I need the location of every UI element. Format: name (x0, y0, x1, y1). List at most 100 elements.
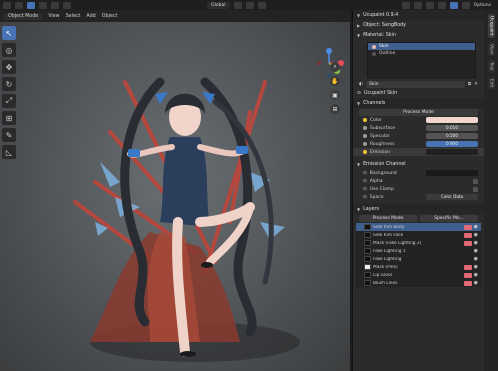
material-field[interactable]: Skin (366, 80, 465, 88)
panel-title[interactable]: ▼ Ucupaint 0.9.4 (353, 10, 484, 20)
eye-icon[interactable]: ◉ (474, 256, 478, 262)
tab-view[interactable]: View (487, 41, 495, 57)
eye-icon[interactable]: ◉ (474, 224, 478, 230)
layer-row[interactable]: Fake Lighting ◉ (356, 255, 481, 263)
material-item-skin[interactable]: Skin (368, 43, 475, 50)
transform-tool[interactable]: ⊞ (2, 111, 16, 125)
3d-viewport[interactable]: ⌕ ✋ ▣ ⊞ (0, 22, 350, 371)
material-sphere-icon: ◐ (359, 81, 364, 87)
eye-icon[interactable]: ◉ (474, 240, 478, 246)
collapse-icon: ▼ (357, 12, 361, 18)
color-swatch[interactable] (426, 117, 478, 123)
alpha-row: ⊙ Alpha (353, 177, 484, 185)
eye-icon[interactable]: ◉ (474, 280, 478, 286)
subsurface-field[interactable]: 0.010 (426, 125, 478, 131)
camera-icon[interactable]: ▣ (330, 90, 340, 100)
select-extend-icon[interactable] (39, 1, 47, 9)
editor-type-icon[interactable] (3, 1, 11, 9)
layer-name: Side Rim Face (373, 232, 404, 238)
options-menu[interactable]: Options (474, 3, 491, 8)
emission-row[interactable]: Emission (353, 148, 484, 156)
pivot-icon[interactable] (233, 1, 242, 9)
menu-add[interactable]: Add (86, 14, 95, 19)
subsurface-row: Subsurface 0.010 (353, 124, 484, 132)
emission-channel-header[interactable]: ▼ Emission Channel (353, 159, 484, 169)
layer-row[interactable]: Lip Gloss ◉ (356, 271, 481, 279)
select-invert-icon[interactable] (63, 1, 71, 9)
viewport-header: Object Mode View Select Add Object (0, 10, 350, 22)
use-clamp-checkbox[interactable] (473, 186, 478, 192)
material-label: Material: Skin (363, 32, 396, 38)
tab-ucupaint[interactable]: Ucupaint (487, 14, 495, 38)
specular-field[interactable]: 0.500 (426, 133, 478, 139)
layer-row[interactable]: Mask (Fake Lighting 2) ◉ (356, 239, 481, 247)
remove-material-icon[interactable]: ✕ (474, 82, 478, 87)
eye-icon[interactable]: ◉ (474, 232, 478, 238)
tab-tool[interactable]: Tool (487, 60, 495, 73)
layer-row[interactable]: Mask (Pink) ◉ (356, 263, 481, 271)
layers-list: Side Rim Body ◉ Side Rim Face ◉ Mask (Fa… (356, 223, 481, 287)
layer-row[interactable]: Side Rim Face ◉ (356, 231, 481, 239)
material-list[interactable]: Skin Outline (367, 42, 476, 78)
pan-icon[interactable]: ✋ (330, 76, 340, 86)
material-item-outline[interactable]: Outline (368, 50, 475, 57)
select-box-icon[interactable] (27, 1, 35, 9)
cursor-tool[interactable]: ◎ (2, 43, 16, 57)
eye-icon[interactable]: ◉ (474, 248, 478, 254)
xray-icon[interactable] (425, 1, 434, 9)
visibility-icon[interactable] (401, 1, 410, 9)
emission-swatch[interactable] (426, 149, 478, 155)
navigation-gizmo[interactable] (312, 46, 346, 80)
mode-select[interactable]: Object Mode (4, 12, 43, 20)
gizmo-toggle-icon[interactable] (413, 1, 422, 9)
tab-edit[interactable]: Edit (487, 76, 495, 90)
select-subtract-icon[interactable] (51, 1, 59, 9)
zoom-icon[interactable]: ⌕ (330, 62, 340, 72)
layer-name: Side Rim Body (373, 224, 405, 230)
snap-icon[interactable] (245, 1, 254, 9)
space-select[interactable]: Color Data (426, 194, 478, 200)
annotate-tool[interactable]: ✎ (2, 128, 16, 142)
measure-tool[interactable]: ◺ (2, 145, 16, 159)
transform-orientation-select[interactable]: Global (207, 1, 230, 9)
menu-object[interactable]: Object (102, 14, 118, 19)
channels-header[interactable]: ▼ Channels (353, 98, 484, 108)
select-tool[interactable]: ↖ (2, 26, 16, 40)
layer-row[interactable]: Blush Lines ◉ (356, 279, 481, 287)
perspective-icon[interactable]: ⊞ (330, 104, 340, 114)
move-tool[interactable]: ✥ (2, 60, 16, 74)
roughness-field[interactable]: 0.900 (426, 141, 478, 147)
layers-process-mode-button[interactable]: Process Mode (359, 214, 417, 222)
object-row[interactable]: ▶ Object: SangBody (353, 20, 484, 30)
layer-color (463, 280, 472, 286)
alpha-checkbox[interactable] (473, 178, 478, 184)
shading-render-icon[interactable] (461, 1, 470, 9)
layer-name: Fake Lighting (373, 256, 402, 262)
layer-color (463, 272, 472, 278)
shading-solid-icon[interactable] (437, 1, 446, 9)
ucupaint-node-row[interactable]: ⊙ Ucupaint Skin (353, 88, 484, 98)
specular-label: Specular (370, 133, 390, 139)
play-icon[interactable] (15, 1, 23, 9)
layer-color (463, 232, 472, 238)
process-mode-button[interactable]: Process Mode (359, 108, 478, 116)
menu-select[interactable]: Select (66, 14, 81, 19)
eye-icon[interactable]: ◉ (474, 272, 478, 278)
color-row: Color (353, 116, 484, 124)
menu-view[interactable]: View (48, 14, 59, 19)
new-material-icon[interactable]: ⧉ (468, 81, 471, 87)
rotate-tool[interactable]: ↻ (2, 77, 16, 91)
shading-material-icon[interactable] (449, 1, 458, 9)
scale-tool[interactable]: ⤢ (2, 94, 16, 108)
color-label: Color (370, 117, 382, 123)
layer-row[interactable]: Fake Lighting 1 ◉ (356, 247, 481, 255)
material-row[interactable]: ▼ Material: Skin (353, 30, 484, 40)
clamp-icon: ⊙ (363, 186, 367, 192)
eye-icon[interactable]: ◉ (474, 264, 478, 270)
layers-specific-mode-button[interactable]: Specific Mo... (420, 214, 478, 222)
layers-header[interactable]: ▼ Layers (353, 204, 484, 214)
proportional-edit-icon[interactable] (257, 1, 266, 9)
roughness-label: Roughness (370, 141, 395, 147)
background-swatch[interactable] (426, 170, 478, 176)
layer-row[interactable]: Side Rim Body ◉ (356, 223, 481, 231)
